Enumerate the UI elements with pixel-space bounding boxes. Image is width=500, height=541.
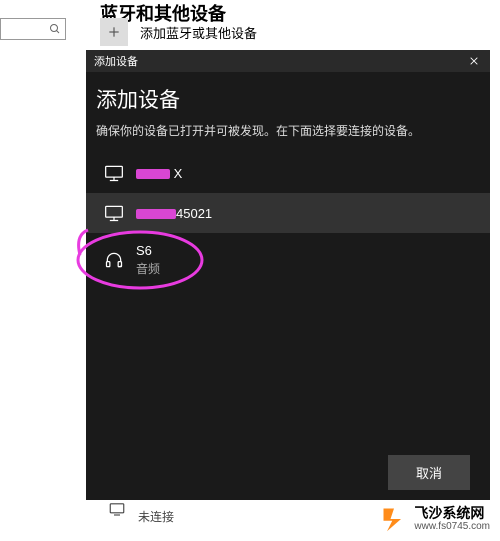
device-icon — [108, 500, 126, 518]
headset-icon — [104, 250, 124, 270]
add-device-label: 添加蓝牙或其他设备 — [140, 23, 257, 42]
dialog-titlebar-text: 添加设备 — [94, 53, 138, 69]
close-icon — [469, 56, 479, 66]
watermark: 飞沙系统网 www.fs0745.com — [380, 505, 490, 533]
device-name: X — [136, 166, 182, 181]
device-name: 45021 — [136, 206, 212, 221]
device-subtext: 音频 — [136, 260, 160, 277]
device-status: 未连接 — [138, 508, 174, 525]
watermark-name: 飞沙系统网 — [414, 506, 490, 521]
device-row[interactable]: 45021 — [86, 193, 490, 233]
add-device-button[interactable] — [100, 18, 128, 46]
dialog-subtext: 确保你的设备已打开并可被发现。在下面选择要连接的设备。 — [96, 122, 480, 139]
watermark-logo-icon — [380, 505, 408, 533]
search-input[interactable] — [0, 18, 66, 40]
device-row[interactable]: X — [86, 153, 490, 193]
display-icon — [104, 163, 124, 183]
dialog-titlebar: 添加设备 — [86, 50, 490, 72]
search-icon — [49, 23, 61, 35]
device-name: S6 — [136, 243, 160, 258]
dialog-heading: 添加设备 — [96, 84, 480, 114]
add-device-dialog: 添加设备 添加设备 确保你的设备已打开并可被发现。在下面选择要连接的设备。 X — [86, 50, 490, 500]
cancel-button[interactable]: 取消 — [388, 455, 470, 490]
plus-icon — [107, 25, 121, 39]
redaction — [136, 209, 176, 219]
display-icon — [104, 203, 124, 223]
device-row[interactable]: S6 音频 — [86, 233, 490, 287]
close-button[interactable] — [466, 53, 482, 69]
device-list: X 45021 S6 音频 — [86, 153, 490, 287]
watermark-url: www.fs0745.com — [414, 521, 490, 532]
redaction — [136, 169, 170, 179]
